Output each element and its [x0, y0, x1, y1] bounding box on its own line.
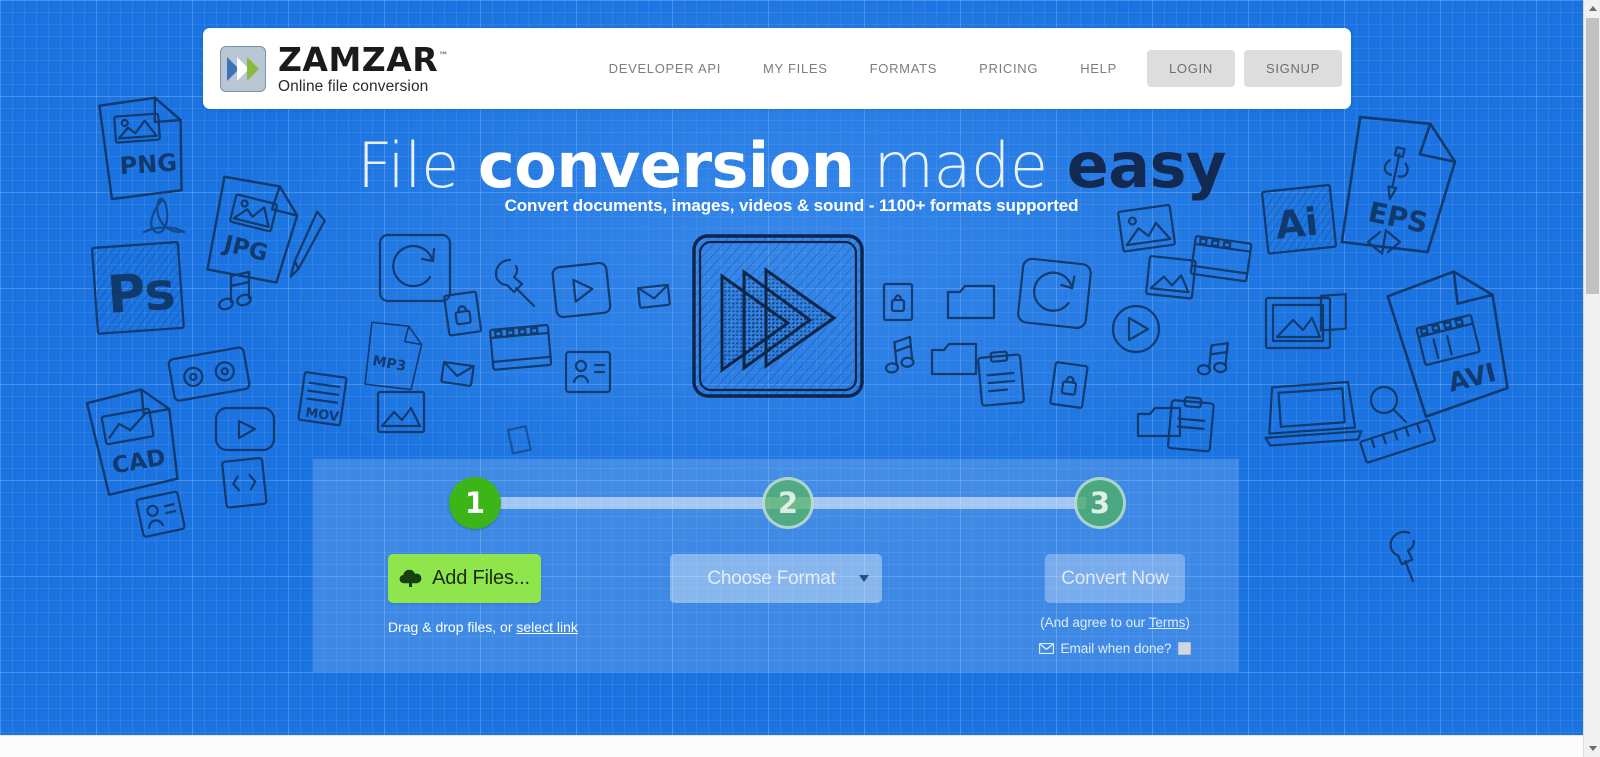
headline-part-2: conversion — [478, 129, 855, 202]
svg-text:AVI: AVI — [1445, 358, 1499, 399]
convert-column: Convert Now (And agree to our Terms) Ema… — [1005, 554, 1225, 656]
nav-item-developer-api[interactable]: DEVELOPER API — [588, 61, 742, 76]
terms-note: (And agree to our Terms) — [1005, 615, 1225, 630]
page-title: File conversion made easy — [0, 128, 1583, 204]
nav-item-formats[interactable]: FORMATS — [849, 61, 959, 76]
site-header: ZAMZAR™ Online file conversion DEVELOPER… — [203, 28, 1351, 109]
below-fold-section — [0, 735, 1583, 757]
select-link[interactable]: select link — [516, 619, 577, 635]
fast-forward-sketch-icon — [688, 230, 868, 407]
drag-drop-note: Drag & drop files, or select link — [388, 619, 688, 635]
nav-item-my-files[interactable]: MY FILES — [742, 61, 849, 76]
drag-drop-text: Drag & drop files, or — [388, 619, 517, 635]
email-when-done-row: Email when done? — [1005, 641, 1225, 656]
svg-text:JPG: JPG — [219, 231, 270, 267]
main-navigation: DEVELOPER API MY FILES FORMATS PRICING H… — [588, 50, 1342, 87]
terms-link[interactable]: Terms — [1149, 615, 1186, 630]
scroll-down-arrow-icon[interactable] — [1584, 740, 1600, 757]
email-when-done-label: Email when done? — [1060, 641, 1172, 656]
nav-item-help[interactable]: HELP — [1059, 61, 1138, 76]
choose-format-label: Choose Format — [707, 567, 836, 589]
login-button[interactable]: LOGIN — [1146, 50, 1235, 87]
hero-background: PNG JPG Ps CAD MOV MP3 EPS Ai AVI File c… — [0, 0, 1583, 735]
step-indicator-3[interactable]: 3 — [1074, 477, 1126, 529]
signup-button[interactable]: SIGNUP — [1243, 50, 1342, 87]
cloud-upload-icon — [399, 568, 423, 590]
headline-part-3: made — [854, 129, 1067, 202]
headline-part-4: easy — [1066, 129, 1227, 202]
envelope-icon — [1039, 643, 1055, 654]
nav-item-pricing[interactable]: PRICING — [958, 61, 1059, 76]
trademark-symbol: ™ — [438, 50, 449, 62]
scroll-up-arrow-icon[interactable] — [1584, 0, 1600, 17]
choose-format-select[interactable]: Choose Format — [670, 554, 882, 603]
page-root: PNG JPG Ps CAD MOV MP3 EPS Ai AVI File c… — [0, 0, 1600, 757]
step-1-number: 1 — [464, 486, 486, 520]
page-scrollbar[interactable] — [1583, 0, 1600, 757]
double-chevron-logo-icon — [220, 45, 266, 92]
svg-text:CAD: CAD — [110, 445, 167, 480]
add-files-button[interactable]: Add Files... — [388, 554, 541, 603]
headline-part-1: File — [357, 129, 478, 202]
step-indicator-2[interactable]: 2 — [762, 477, 814, 529]
brand-tagline: Online file conversion — [278, 77, 429, 95]
scrollbar-thumb[interactable] — [1586, 18, 1599, 294]
convert-now-button[interactable]: Convert Now — [1045, 554, 1185, 603]
step-3-number: 3 — [1089, 486, 1111, 520]
svg-text:MOV: MOV — [304, 406, 339, 426]
logo[interactable]: ZAMZAR™ Online file conversion — [220, 43, 449, 95]
hero-subtitle: Convert documents, images, videos & soun… — [504, 196, 1079, 215]
add-files-column: Add Files... Drag & drop files, or selec… — [388, 554, 688, 635]
svg-text:Ps: Ps — [105, 261, 177, 326]
chevron-down-icon — [859, 575, 869, 582]
add-files-label: Add Files... — [432, 567, 530, 589]
step-2-number: 2 — [777, 486, 799, 520]
brand-name: ZAMZAR — [278, 39, 439, 79]
svg-text:MP3: MP3 — [371, 353, 407, 375]
email-when-done-checkbox[interactable] — [1177, 642, 1191, 655]
conversion-panel: 1 2 3 Add Files... Drag & drop files, or… — [313, 459, 1239, 672]
step-indicator-1[interactable]: 1 — [449, 477, 501, 529]
terms-suffix: ) — [1185, 615, 1190, 630]
terms-prefix: (And agree to our — [1040, 615, 1149, 630]
